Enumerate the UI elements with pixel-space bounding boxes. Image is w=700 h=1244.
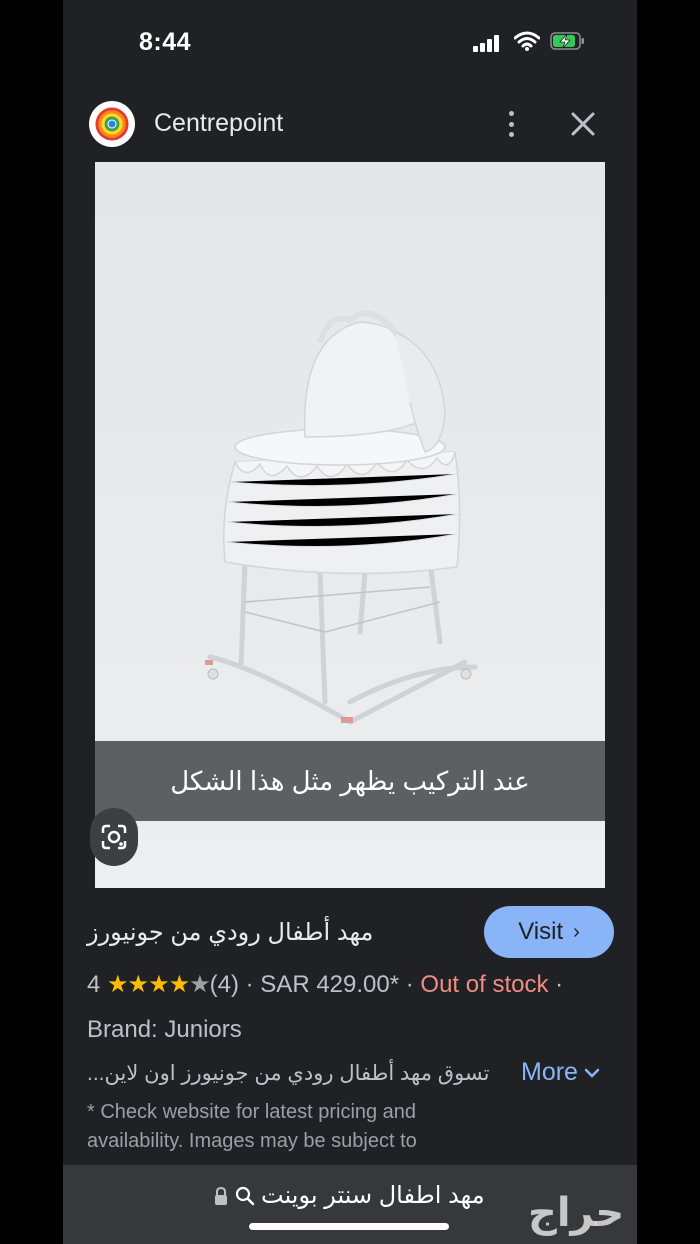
product-title[interactable]: مهد أطفال رودي من جونيورز <box>87 918 373 947</box>
lock-icon <box>215 1186 227 1205</box>
rainbow-rings-icon <box>95 107 129 141</box>
status-time: 8:44 <box>139 28 192 56</box>
chevron-right-icon: › <box>573 920 580 943</box>
brand-label: Brand: Juniors <box>87 1016 242 1043</box>
tab-header: Centrepoint <box>63 86 637 162</box>
pricing-disclaimer: * Check website for latest pricing and a… <box>87 1101 417 1152</box>
image-caption: عند التركيب يظهر مثل هذا الشكل <box>95 741 605 821</box>
product-image[interactable]: عند التركيب يظهر مثل هذا الشكل <box>95 162 605 888</box>
url-text: مهد اطفال سنتر بوينت <box>261 1182 485 1209</box>
centrepoint-logo[interactable] <box>89 101 135 147</box>
cellular-signal-icon <box>473 34 503 52</box>
more-label: More <box>521 1058 578 1086</box>
price: SAR 429.00* <box>260 971 400 998</box>
separator: · <box>405 971 414 998</box>
visit-button[interactable]: Visit › <box>484 906 614 958</box>
haraj-watermark: حراج <box>528 1191 625 1235</box>
lens-icon <box>101 824 127 850</box>
review-count: (4) <box>209 971 239 998</box>
browser-frame: 8:44 Centrepoint عند التركيب يظهر مثل هذ… <box>63 0 637 1244</box>
google-lens-button[interactable] <box>90 808 138 866</box>
more-options-icon[interactable] <box>505 109 517 139</box>
site-name: Centrepoint <box>154 109 284 137</box>
star-rating-icon: ★★★★★ <box>107 971 211 998</box>
rating-value: 4 <box>87 971 101 998</box>
rating-price-row: 4 ★★★★★(4) · SAR 429.00* · Out of stock … <box>87 970 563 999</box>
bassinet-illustration <box>205 310 478 725</box>
status-bar: 8:44 <box>63 0 637 86</box>
close-icon[interactable] <box>569 110 597 138</box>
separator: · <box>555 971 564 998</box>
separator: · <box>245 971 254 998</box>
wifi-icon <box>514 31 540 51</box>
battery-charging-icon <box>550 32 584 50</box>
more-button[interactable]: More <box>521 1058 600 1087</box>
chevron-down-icon <box>584 1068 600 1078</box>
visit-label: Visit <box>518 918 564 945</box>
product-description: تسوق مهد أطفال رودي من جونيورز اون لاين.… <box>87 1062 490 1085</box>
search-icon <box>235 1186 255 1205</box>
home-indicator[interactable] <box>249 1223 449 1230</box>
url-field[interactable]: مهد اطفال سنتر بوينت <box>213 1181 485 1210</box>
stock-status: Out of stock <box>420 971 549 998</box>
